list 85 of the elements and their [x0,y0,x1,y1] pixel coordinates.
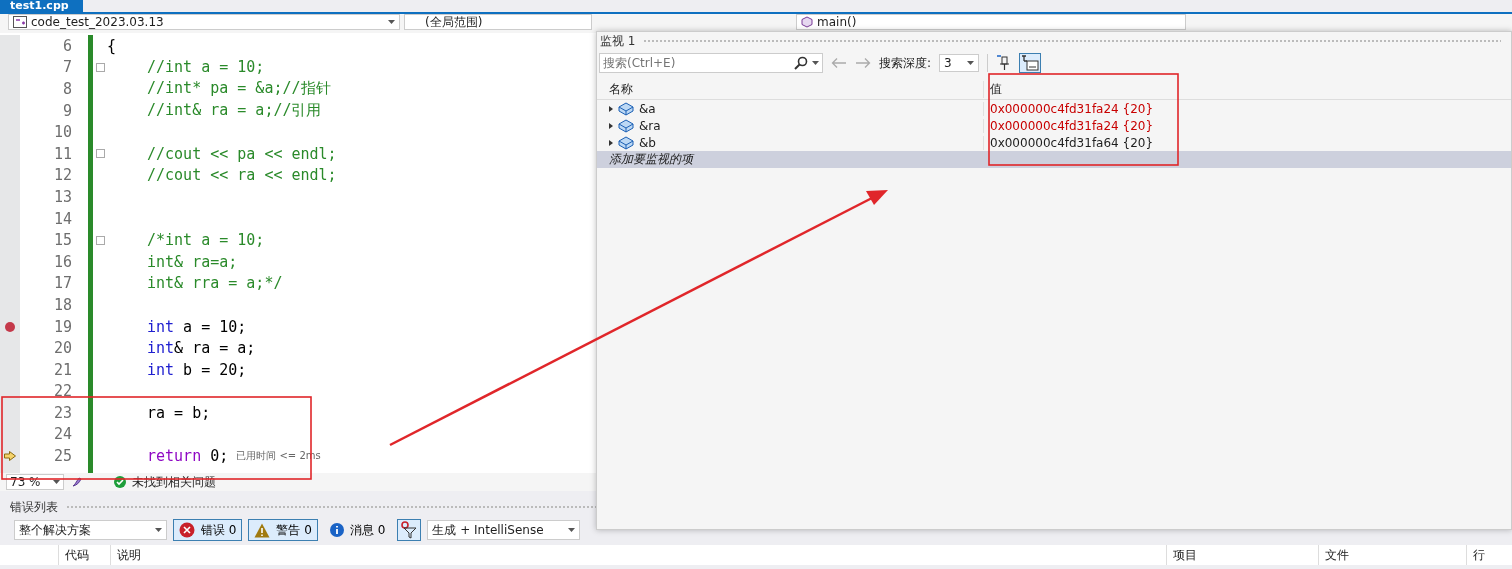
error-icon [179,522,195,538]
search-icon [794,56,808,70]
column-header[interactable]: 说明 [117,546,141,564]
variable-name: &ra [639,118,661,133]
line-number: 17 [53,274,72,293]
scope-dropdown[interactable]: 整个解决方案 [14,520,167,540]
project-icon [13,16,27,28]
code-line: int a = 10; [147,317,247,336]
window-title: 监视 1 [600,32,636,50]
line-number: 13 [53,187,72,206]
line-number: 15 [53,231,72,250]
variable-icon [618,135,634,150]
column-header[interactable]: 值 [990,81,1002,96]
variable-name: &a [639,101,656,116]
column-header[interactable]: 名称 [609,80,633,98]
caret-icon [53,480,60,484]
column-header[interactable]: 项目 [1173,546,1197,564]
variable-name: &b [639,135,656,150]
code-line: ra = b; [147,403,211,422]
code-line: { [107,36,117,55]
document-tab[interactable]: test1.cpp [0,0,83,12]
line-number: 20 [53,339,72,358]
caret-icon [155,528,162,532]
add-watch-row[interactable]: 添加要监视的项 [597,151,1511,168]
column-header[interactable]: 代码 [65,546,89,564]
hex-display-icon[interactable] [1020,54,1041,72]
search-field[interactable]: 搜索(Ctrl+E) [599,53,823,73]
code-line: //int a = 10; [147,58,265,77]
filter-toggle[interactable]: 警告 0 [248,519,318,541]
line-number: 25 [53,447,72,466]
column-header[interactable]: 行 [1473,546,1485,564]
expand-arrow-icon[interactable] [609,139,613,146]
variable-value: 0x000000c4fd31fa24 {20} [990,101,1154,116]
line-number: 21 [53,360,72,379]
line-number: 14 [53,209,72,228]
code-line: return 0; [147,447,229,466]
variable-icon [618,101,634,116]
line-number: 24 [53,425,72,444]
line-number: 7 [62,58,72,77]
column-header[interactable]: 文件 [1325,546,1349,564]
line-number: 10 [53,123,72,142]
breakpoint-margin[interactable] [0,35,20,473]
expand-arrow-icon[interactable] [609,105,613,112]
code-line: /*int a = 10; [147,231,265,250]
scope-dropdown[interactable]: (全局范围) [404,14,592,30]
caret-icon [568,528,576,532]
line-number: 22 [53,382,72,401]
variable-value: 0x000000c4fd31fa64 {20} [990,135,1154,150]
code-line: int& ra=a; [147,252,238,271]
caret-icon [388,20,395,24]
line-number: 18 [53,295,72,314]
line-number: 23 [53,403,72,422]
depth-dropdown[interactable]: 3 [939,54,980,72]
line-number: 6 [62,36,72,55]
code-line: //int* pa = &a;//指针 [147,79,331,99]
expand-arrow-icon[interactable] [609,122,613,129]
project-dropdown[interactable]: code_test_2023.03.13 [8,14,400,30]
code-line: //cout << pa << endl; [147,144,337,163]
line-number: 8 [62,80,72,98]
line-number: 12 [53,166,72,185]
line-number: 16 [53,252,72,271]
depth-label: 搜索深度: [879,54,932,72]
caret-icon [812,61,819,65]
line-number: 9 [62,101,72,120]
line-number: 19 [53,317,72,336]
warning-icon [254,522,271,538]
check-icon [114,476,126,488]
panel-title: 错误列表 [10,498,58,516]
code-line: int b = 20; [147,360,247,379]
code-line: int& ra = a; [147,339,256,358]
function-dropdown[interactable]: main() [796,14,1186,30]
variable-value: 0x000000c4fd31fa24 {20} [990,118,1154,133]
filter-button[interactable] [397,519,422,541]
info-icon [329,523,344,537]
cube-icon [801,16,813,28]
breakpoint-icon[interactable] [5,321,15,332]
code-line: //int& ra = a;//引用 [147,101,322,121]
source-dropdown[interactable]: 生成 + IntelliSense [427,520,581,540]
code-line: //cout << ra << endl; [147,166,337,185]
line-number: 11 [53,144,72,163]
filter-toggle[interactable]: 消息 0 [323,519,392,541]
filter-toggle[interactable]: 错误 0 [173,519,243,541]
variable-icon [618,118,634,133]
code-line: int& rra = a;*/ [147,274,283,293]
caret-icon [967,61,975,65]
